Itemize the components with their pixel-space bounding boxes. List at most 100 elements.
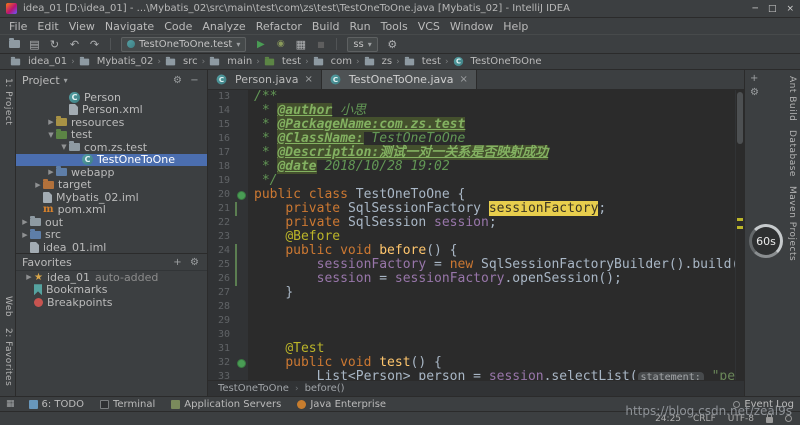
breadcrumb-item-test[interactable]: test [402,56,443,67]
code-line[interactable]: 22 private SqlSession session; [208,216,735,230]
tree-item-com-zs-test[interactable]: ▼com.zs.test [16,141,207,154]
menu-item-refactor[interactable]: Refactor [251,20,307,33]
close-icon[interactable]: × [305,74,313,85]
code-editor[interactable]: 13/**14 * @author 小思15 * @PackageName:co… [208,90,735,380]
tree-item-pom-xml[interactable]: mpom.xml [16,204,207,217]
add-icon[interactable]: + [171,257,184,268]
maximize-button[interactable]: □ [768,4,777,14]
gear-icon[interactable]: ⚙ [750,87,759,98]
code-line[interactable]: 31 @Test [208,342,735,356]
code-line[interactable]: 18 * @date 2018/10/28 19:02 [208,160,735,174]
code-line[interactable]: 13/** [208,90,735,104]
tool-window-button-terminal[interactable]: Terminal [100,399,155,410]
tree-item-test[interactable]: ▼test [16,129,207,142]
chevron-right-icon[interactable]: ▶ [46,118,56,126]
code-line[interactable]: 15 * @PackageName:com.zs.test [208,118,735,132]
tree-item-mybatis-02-iml[interactable]: Mybatis_02.iml [16,191,207,204]
breadcrumb-item-main[interactable]: main [207,56,254,67]
code-line[interactable]: 32 public void test() { [208,356,735,370]
tool-window-button-favorites[interactable]: 2: Favorites [3,328,13,386]
code-line[interactable]: 17 * @Description:测试一对一关系是否映射成功 [208,146,735,160]
add-icon[interactable]: + [750,73,758,84]
breadcrumb-item-test[interactable]: test [262,56,303,67]
menu-item-edit[interactable]: Edit [32,20,63,33]
code-line[interactable]: 23 @Before [208,230,735,244]
code-line[interactable]: 28 [208,300,735,314]
collapse-all-icon[interactable]: − [188,75,201,86]
chevron-down-icon[interactable]: ▼ [59,143,69,151]
stripe-mark[interactable] [737,226,743,229]
tool-window-button-database[interactable]: Database [787,130,797,177]
tree-item-resources[interactable]: ▶resources [16,116,207,129]
tree-item-testonetoone[interactable]: CTestOneToOne [16,154,207,167]
code-line[interactable]: 26 session = sessionFactory.openSession(… [208,272,735,286]
tool-windows-toggle-icon[interactable]: ▦ [6,399,15,409]
menu-item-navigate[interactable]: Navigate [100,20,159,33]
gear-icon[interactable]: ⚙ [188,257,201,268]
tree-item-target[interactable]: ▶target [16,179,207,192]
tool-window-button-web[interactable]: Web [3,296,13,317]
breadcrumb-item-src[interactable]: src [163,56,200,67]
tree-item-idea-01-iml[interactable]: idea_01.iml [16,241,207,253]
menu-item-build[interactable]: Build [307,20,345,33]
code-line[interactable]: 27 } [208,286,735,300]
tool-window-button-project[interactable]: 1: Project [3,78,13,125]
menu-item-view[interactable]: View [64,20,100,33]
menu-item-help[interactable]: Help [498,20,533,33]
menu-item-code[interactable]: Code [159,20,197,33]
chevron-down-icon[interactable]: ▼ [46,131,56,139]
tree-item-person[interactable]: CPerson [16,91,207,104]
save-all-icon[interactable]: ▤ [26,36,43,52]
breadcrumb-item-testonetoone[interactable]: CTestOneToOne [451,56,544,67]
run-configuration-select[interactable]: TestOneToOne.test ▾ [121,37,246,52]
run-gutter-icon[interactable] [237,359,246,368]
sync-icon[interactable]: ↻ [46,36,63,52]
run-button[interactable]: ▶ [252,36,269,52]
coverage-button[interactable]: ▦ [292,36,309,52]
tool-window-button-java-enterprise[interactable]: Java Enterprise [297,399,386,410]
code-line[interactable]: 14 * @author 小思 [208,104,735,118]
gear-icon[interactable]: ⚙ [171,75,184,86]
menu-item-window[interactable]: Window [445,20,498,33]
code-line[interactable]: 16 * @ClassName: TestOneToOne [208,132,735,146]
breadcrumb-item-com[interactable]: com [311,56,354,67]
tree-item-person-xml[interactable]: Person.xml [16,104,207,117]
tab-person-java[interactable]: CPerson.java× [208,70,322,89]
tool-window-button-ant-build[interactable]: Ant Build [787,76,797,121]
tool-window-button-maven-projects[interactable]: Maven Projects [787,186,797,261]
tab-testonetoone-java[interactable]: CTestOneToOne.java× [322,70,477,89]
breadcrumb-item-zs[interactable]: zs [362,56,394,67]
code-line[interactable]: 21 private SqlSessionFactory sessionFact… [208,202,735,216]
chevron-right-icon[interactable]: ▶ [24,273,34,281]
chevron-down-icon[interactable]: ▾ [64,76,68,85]
breadcrumb-method[interactable]: before() [305,383,345,394]
breadcrumb-class[interactable]: TestOneToOne [218,383,289,394]
tool-window-button-6-todo[interactable]: 6: TODO [29,399,84,410]
run-gutter-icon[interactable] [237,191,246,200]
menu-item-analyze[interactable]: Analyze [197,20,250,33]
code-line[interactable]: 24 public void before() { [208,244,735,258]
menu-item-vcs[interactable]: VCS [413,20,445,33]
secondary-select[interactable]: ss ▾ [347,37,377,52]
stripe-mark[interactable] [737,218,743,221]
minimize-button[interactable]: ─ [753,4,758,14]
tree-item-webapp[interactable]: ▶webapp [16,166,207,179]
breadcrumb-item-idea-01[interactable]: idea_01 [8,56,69,67]
tree-item-src[interactable]: ▶src [16,229,207,242]
menu-item-file[interactable]: File [4,20,32,33]
stop-button[interactable]: ■ [312,36,329,52]
open-project-icon[interactable] [6,36,23,52]
chevron-right-icon[interactable]: ▶ [20,218,30,226]
menu-item-tools[interactable]: Tools [376,20,413,33]
close-icon[interactable]: × [460,74,468,85]
code-line[interactable]: 30 [208,328,735,342]
settings-icon[interactable]: ⚙ [384,36,401,52]
favorites-item-breakpoints[interactable]: Breakpoints [16,296,207,309]
menu-item-run[interactable]: Run [345,20,376,33]
tree-item-out[interactable]: ▶out [16,216,207,229]
redo-icon[interactable]: ↷ [86,36,103,52]
chevron-right-icon[interactable]: ▶ [46,168,56,176]
code-line[interactable]: 20public class TestOneToOne { [208,188,735,202]
chevron-right-icon[interactable]: ▶ [33,181,43,189]
favorites-item-bookmarks[interactable]: Bookmarks [16,284,207,297]
